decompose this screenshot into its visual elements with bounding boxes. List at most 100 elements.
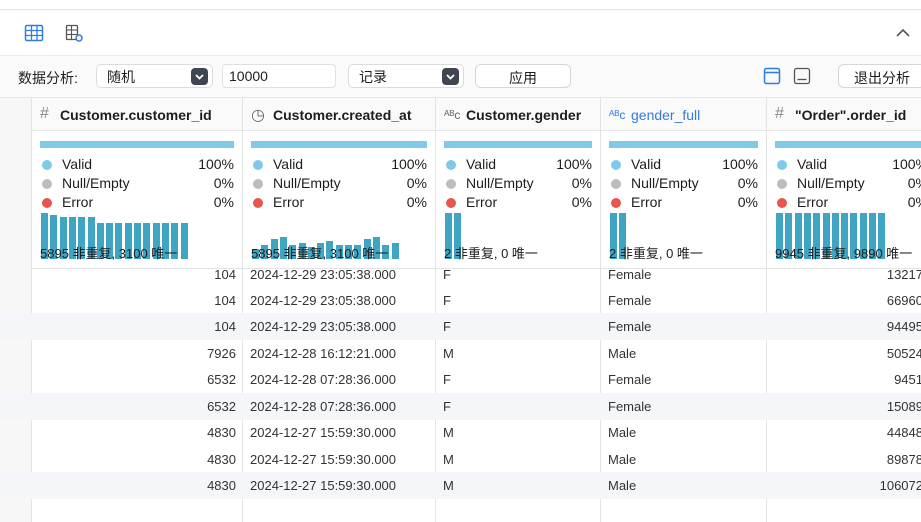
table-cell[interactable]: 2024-12-27 15:59:30.000 [250, 478, 396, 493]
table-settings-icon[interactable] [64, 23, 84, 43]
stat-value: 0% [737, 175, 758, 191]
table-cell[interactable]: 4830 [207, 425, 236, 440]
legend-dot [42, 160, 52, 170]
legend-dot [777, 160, 787, 170]
valid-ratio-bar [775, 141, 921, 148]
table-cell[interactable]: 2024-12-29 23:05:38.000 [250, 293, 396, 308]
table-cell[interactable]: 66960 [887, 293, 921, 308]
table-cell[interactable]: 6532 [207, 399, 236, 414]
table-cell[interactable]: Male [608, 452, 636, 467]
table-row[interactable]: 104 2024-12-29 23:05:38.000 F Female 94495 [0, 313, 921, 340]
table-cell[interactable]: M [443, 478, 454, 493]
stat-value: 100% [391, 156, 427, 172]
table-row[interactable]: 104 2024-12-29 23:05:38.000 F Female 66960 [0, 287, 921, 314]
stat-label: Error [466, 194, 498, 210]
text-type-icon: ᴬᴮc [609, 108, 626, 122]
table-cell[interactable]: M [443, 425, 454, 440]
table-cell[interactable]: F [443, 372, 451, 387]
distinct-unique-summary: 5895 非重复, 3100 唯一 [251, 246, 389, 261]
column-header[interactable]: # "Order".order_id [767, 98, 921, 131]
stat-value: 0% [406, 175, 427, 191]
table-cell[interactable]: 7926 [207, 346, 236, 361]
stat-row: Null/Empty 0% [609, 175, 758, 193]
table-cell[interactable]: 106072 [880, 478, 921, 493]
table-cell[interactable]: 104 [214, 267, 236, 282]
table-cell[interactable]: 104 [214, 319, 236, 334]
table-cell[interactable]: Female [608, 293, 651, 308]
sample-type-select[interactable]: 记录 [348, 64, 464, 88]
table-cell[interactable]: 15089 [887, 399, 921, 414]
table-row[interactable]: 104 2024-12-29 23:05:38.000 F Female 13217 [0, 261, 921, 288]
table-cell[interactable]: 4830 [207, 452, 236, 467]
number-type-icon: # [775, 105, 784, 122]
table-cell[interactable]: 2024-12-27 15:59:30.000 [250, 425, 396, 440]
text-type-icon: ᴬᴮc [444, 108, 461, 122]
chevron-up-icon[interactable] [893, 24, 913, 42]
table-cell[interactable]: M [443, 452, 454, 467]
layout-bottom-icon[interactable] [793, 66, 811, 86]
layout-top-icon[interactable] [763, 66, 781, 86]
stat-value: 0% [213, 175, 234, 191]
table-cell[interactable]: M [443, 346, 454, 361]
table-row[interactable]: 7926 2024-12-28 16:12:21.000 M Male 50524 [0, 340, 921, 367]
legend-dot [42, 179, 52, 189]
table-row[interactable]: 6532 2024-12-28 07:28:36.000 F Female 9451 [0, 366, 921, 393]
table-cell[interactable]: 94495 [887, 319, 921, 334]
table-cell[interactable]: 50524 [887, 346, 921, 361]
table-cell[interactable]: 6532 [207, 372, 236, 387]
sample-mode-select[interactable]: 随机 [96, 64, 213, 88]
table-row[interactable]: 4830 2024-12-27 15:59:30.000 M Male 44848 [0, 419, 921, 446]
valid-ratio-bar [40, 141, 234, 148]
table-cell[interactable]: Female [608, 372, 651, 387]
table-cell[interactable]: Female [608, 319, 651, 334]
table-cell[interactable]: F [443, 293, 451, 308]
stat-row: Null/Empty 0% [40, 175, 234, 193]
stat-row: Error 0% [40, 194, 234, 212]
view-icon-bar [0, 10, 921, 56]
column-header[interactable]: ᴬᴮc gender_full [601, 98, 766, 131]
table-cell[interactable]: F [443, 399, 451, 414]
table-cell[interactable]: 2024-12-29 23:05:38.000 [250, 319, 396, 334]
column-profile: Valid 100% Null/Empty 0% Error 0% 9945 非重复, 98… [767, 131, 921, 269]
table-cell[interactable]: 44848 [887, 425, 921, 440]
table-cell[interactable]: 89878 [887, 452, 921, 467]
apply-button[interactable]: 应用 [475, 64, 571, 88]
column-header[interactable]: ◷ Customer.created_at [243, 98, 435, 131]
table-cell[interactable]: F [443, 267, 451, 282]
table-cell[interactable]: F [443, 319, 451, 334]
table-cell[interactable]: 2024-12-28 07:28:36.000 [250, 399, 396, 414]
column-header[interactable]: # Customer.customer_id [32, 98, 242, 131]
clock-type-icon: ◷ [251, 107, 265, 124]
table-row[interactable]: 6532 2024-12-28 07:28:36.000 F Female 15089 [0, 393, 921, 420]
table-cell[interactable]: Female [608, 399, 651, 414]
table-cell[interactable]: Male [608, 478, 636, 493]
table-cell[interactable]: 2024-12-29 23:05:38.000 [250, 267, 396, 282]
table-cell[interactable]: Female [608, 267, 651, 282]
distinct-unique-summary: 2 非重复, 0 唯一 [444, 246, 538, 261]
stat-value: 0% [907, 175, 921, 191]
table-row[interactable]: 4830 2024-12-27 15:59:30.000 M Male 89878 [0, 446, 921, 473]
stat-value: 0% [737, 194, 758, 210]
column-header[interactable]: ᴬᴮc Customer.gender [436, 98, 600, 131]
legend-dot [253, 198, 263, 208]
stat-label: Valid [631, 156, 662, 172]
sample-count-input[interactable]: 10000 [222, 64, 336, 88]
table-cell[interactable]: 9451 [894, 372, 921, 387]
table-cell[interactable]: 4830 [207, 478, 236, 493]
table-cell[interactable]: 2024-12-28 16:12:21.000 [250, 346, 396, 361]
column-header-label: Customer.gender [466, 107, 582, 123]
table-cell[interactable]: Male [608, 425, 636, 440]
legend-dot [42, 198, 52, 208]
table-cell[interactable]: 104 [214, 293, 236, 308]
table-cell[interactable]: 2024-12-27 15:59:30.000 [250, 452, 396, 467]
table-cell[interactable]: 2024-12-28 07:28:36.000 [250, 372, 396, 387]
table-row[interactable]: 4830 2024-12-27 15:59:30.000 M Male 106072 [0, 472, 921, 499]
exit-analysis-button[interactable]: 退出分析 [838, 64, 921, 88]
column-profile: Valid 100% Null/Empty 0% Error 0% 2 非重复, 0 唯一 [601, 131, 766, 269]
table-cell[interactable]: Male [608, 346, 636, 361]
table-cell[interactable]: 13217 [887, 267, 921, 282]
stat-row: Valid 100% [444, 156, 592, 174]
column-profile: Valid 100% Null/Empty 0% Error 0% 5895 非重复, 31… [243, 131, 435, 269]
stat-value: 0% [571, 175, 592, 191]
grid-view-icon[interactable] [24, 23, 44, 43]
